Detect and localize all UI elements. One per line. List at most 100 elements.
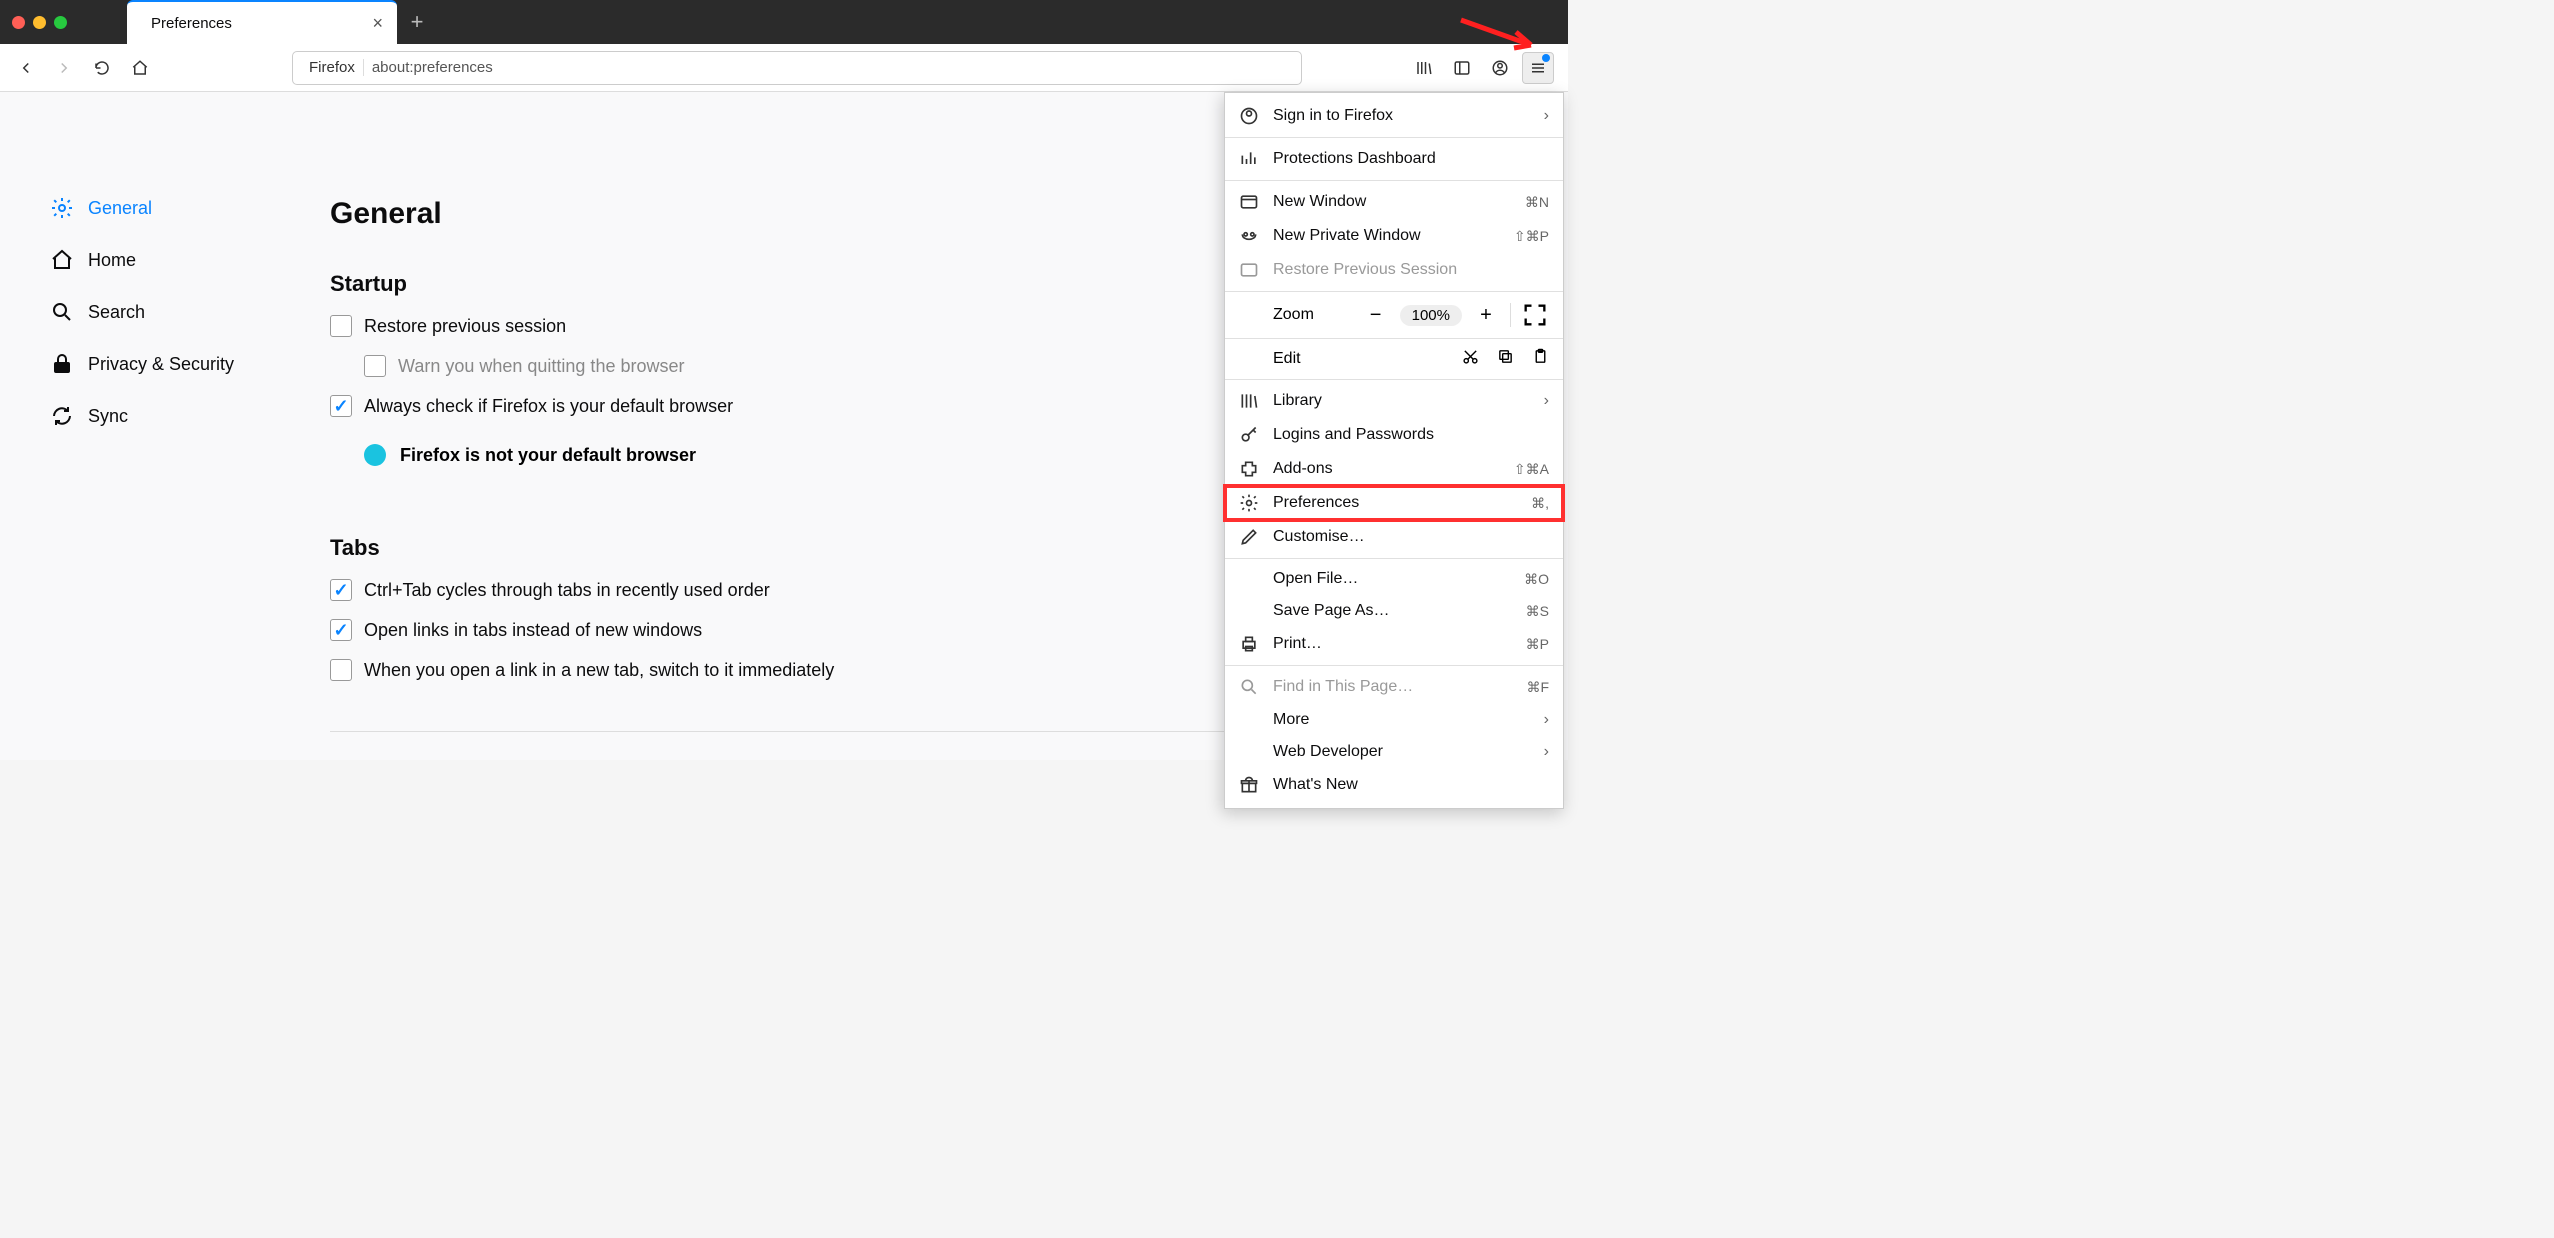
chevron-right-icon: ›: [1544, 743, 1549, 761]
paintbrush-icon: [1239, 527, 1259, 547]
menu-new-private-window[interactable]: New Private Window ⇧⌘P: [1225, 219, 1563, 253]
menu-edit-row: Edit: [1225, 343, 1563, 375]
new-tab-button[interactable]: +: [397, 0, 437, 44]
sidebar-button[interactable]: [1446, 52, 1478, 84]
titlebar: Preferences × +: [0, 0, 1568, 44]
menu-web-developer[interactable]: Web Developer ›: [1225, 736, 1563, 768]
window-controls: [12, 16, 67, 29]
menu-signin[interactable]: Sign in to Firefox ›: [1225, 99, 1563, 133]
menu-customise[interactable]: Customise…: [1225, 520, 1563, 554]
menu-label: Print…: [1273, 635, 1322, 653]
sidebar-item-home[interactable]: Home: [50, 234, 330, 286]
account-icon: [1239, 106, 1259, 126]
menu-separator: [1225, 338, 1563, 339]
menu-library[interactable]: Library ›: [1225, 384, 1563, 418]
menu-label: New Window: [1273, 193, 1366, 211]
toolbar: Firefox about:preferences: [0, 44, 1568, 92]
home-button[interactable]: [124, 52, 156, 84]
mask-icon: [1239, 226, 1259, 246]
menu-addons[interactable]: Add-ons ⇧⌘A: [1225, 452, 1563, 486]
puzzle-icon: [1239, 459, 1259, 479]
forward-button[interactable]: [48, 52, 80, 84]
maximize-window-button[interactable]: [54, 16, 67, 29]
shortcut: ⇧⌘A: [1514, 461, 1549, 478]
window-icon: [1239, 192, 1259, 212]
not-default-text: Firefox is not your default browser: [400, 445, 696, 466]
sidebar-item-general[interactable]: General: [50, 182, 330, 234]
sad-face-icon: [364, 444, 386, 466]
menu-save-page[interactable]: Save Page As… ⌘S: [1225, 595, 1563, 627]
close-window-button[interactable]: [12, 16, 25, 29]
menu-label: More: [1273, 711, 1309, 729]
menu-find: Find in This Page… ⌘F: [1225, 670, 1563, 704]
menu-logins[interactable]: Logins and Passwords: [1225, 418, 1563, 452]
fullscreen-button[interactable]: [1521, 301, 1549, 329]
checkbox[interactable]: [330, 619, 352, 641]
menu-label: Open File…: [1273, 570, 1358, 588]
shortcut: ⌘,: [1531, 495, 1549, 512]
copy-button[interactable]: [1497, 348, 1514, 370]
checkbox[interactable]: [330, 579, 352, 601]
browser-tab[interactable]: Preferences ×: [127, 0, 397, 44]
sidebar-item-privacy[interactable]: Privacy & Security: [50, 338, 330, 390]
app-menu: Sign in to Firefox › Protections Dashboa…: [1224, 92, 1564, 809]
menu-label: Logins and Passwords: [1273, 426, 1434, 444]
cut-button[interactable]: [1462, 348, 1479, 370]
checkbox[interactable]: [330, 395, 352, 417]
update-indicator-dot: [1542, 54, 1550, 62]
back-button[interactable]: [10, 52, 42, 84]
zoom-value[interactable]: 100%: [1400, 305, 1462, 326]
option-label: Restore previous session: [364, 316, 566, 337]
option-label: When you open a link in a new tab, switc…: [364, 660, 834, 681]
option-label: Always check if Firefox is your default …: [364, 396, 733, 417]
sidebar-item-sync[interactable]: Sync: [50, 390, 330, 442]
menu-preferences[interactable]: Preferences ⌘,: [1225, 486, 1563, 520]
sidebar-item-label: Privacy & Security: [88, 354, 234, 375]
menu-open-file[interactable]: Open File… ⌘O: [1225, 563, 1563, 595]
sidebar-item-search[interactable]: Search: [50, 286, 330, 338]
paste-button[interactable]: [1532, 348, 1549, 370]
checkbox[interactable]: [330, 315, 352, 337]
menu-label: Sign in to Firefox: [1273, 107, 1393, 125]
menu-restore-session: Restore Previous Session: [1225, 253, 1563, 287]
menu-separator: [1225, 137, 1563, 138]
checkbox[interactable]: [330, 659, 352, 681]
menu-whats-new[interactable]: What's New: [1225, 768, 1563, 802]
print-icon: [1239, 634, 1259, 654]
checkbox: [364, 355, 386, 377]
menu-label: Library: [1273, 392, 1322, 410]
zoom-in-button[interactable]: +: [1472, 301, 1500, 329]
gear-icon: [1239, 493, 1259, 513]
edit-label: Edit: [1273, 350, 1301, 368]
menu-label: Protections Dashboard: [1273, 150, 1436, 168]
option-label: Open links in tabs instead of new window…: [364, 620, 702, 641]
close-tab-button[interactable]: ×: [372, 13, 383, 34]
menu-label: Add-ons: [1273, 460, 1333, 478]
menu-label: What's New: [1273, 776, 1358, 794]
chevron-right-icon: ›: [1544, 392, 1549, 410]
menu-protections[interactable]: Protections Dashboard: [1225, 142, 1563, 176]
zoom-out-button[interactable]: −: [1362, 301, 1390, 329]
menu-label: Restore Previous Session: [1273, 261, 1457, 279]
library-icon: [1239, 391, 1259, 411]
menu-separator: [1225, 379, 1563, 380]
menu-print[interactable]: Print… ⌘P: [1225, 627, 1563, 661]
menu-label: Customise…: [1273, 528, 1365, 546]
gift-icon: [1239, 775, 1259, 795]
url-bar[interactable]: Firefox about:preferences: [292, 51, 1302, 85]
chevron-right-icon: ›: [1544, 107, 1549, 125]
reload-button[interactable]: [86, 52, 118, 84]
menu-label: Find in This Page…: [1273, 678, 1413, 696]
sidebar-item-label: General: [88, 198, 152, 219]
tab-title: Preferences: [151, 15, 232, 32]
library-button[interactable]: [1408, 52, 1440, 84]
menu-more[interactable]: More ›: [1225, 704, 1563, 736]
menu-new-window[interactable]: New Window ⌘N: [1225, 185, 1563, 219]
minimize-window-button[interactable]: [33, 16, 46, 29]
account-button[interactable]: [1484, 52, 1516, 84]
search-icon: [50, 300, 74, 324]
identity-label: Firefox: [309, 59, 364, 76]
menu-zoom-row: Zoom − 100% +: [1225, 296, 1563, 334]
menu-label: New Private Window: [1273, 227, 1421, 245]
shortcut: ⌘F: [1526, 679, 1549, 696]
